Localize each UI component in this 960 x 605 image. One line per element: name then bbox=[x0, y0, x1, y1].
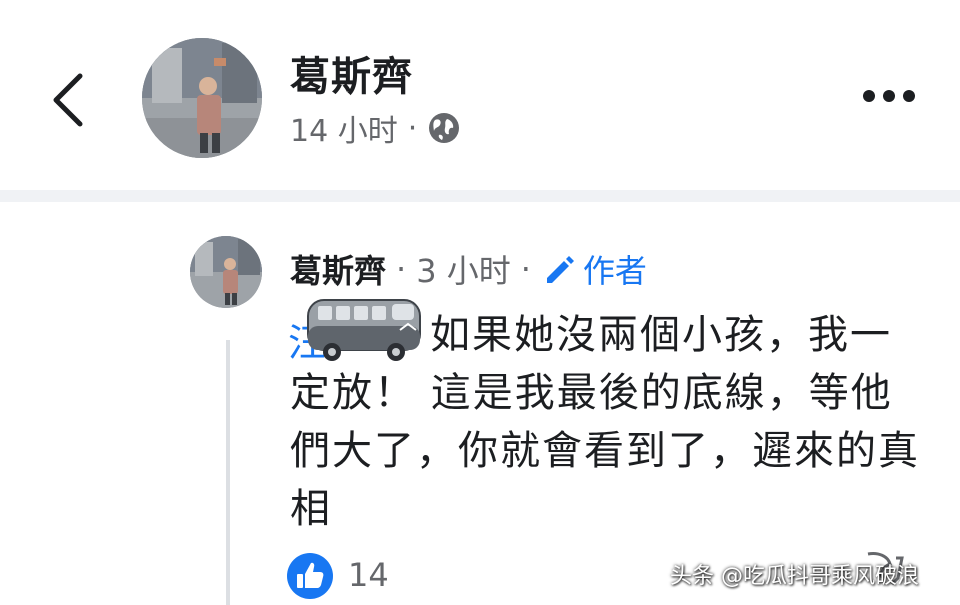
author-badge-label: 作者 bbox=[582, 252, 647, 290]
globe-icon bbox=[429, 113, 460, 143]
post-meta: 14 小时 · bbox=[290, 106, 461, 150]
meta-separator: · bbox=[520, 250, 531, 288]
section-divider bbox=[0, 190, 960, 202]
post-time: 14 小时 bbox=[290, 114, 398, 149]
like-count[interactable]: 14 bbox=[348, 556, 389, 594]
comment-text-content: 如果她沒兩個小孩，我一定放！ 這是我最後的底線，等他們大了，你就會看到了，遲來的… bbox=[290, 312, 920, 532]
meta-separator: · bbox=[396, 250, 407, 288]
more-horizontal-icon[interactable] bbox=[862, 86, 916, 106]
comment-time[interactable]: 3 小时 bbox=[416, 246, 511, 292]
pencil-icon bbox=[546, 256, 574, 283]
comment-text: 如果她沒兩個小孩，我一定放！ 這是我最後的底線，等他們大了，你就會看到了，遲來的… bbox=[290, 306, 930, 538]
post-author-name[interactable]: 葛斯齊 bbox=[290, 44, 413, 102]
author-badge: 作者 bbox=[541, 246, 647, 292]
comment-thread-line bbox=[226, 340, 230, 605]
watermark: 头条 @吃瓜抖哥乘风破浪 bbox=[670, 564, 919, 589]
avatar-photo bbox=[190, 236, 262, 308]
chevron-left-icon[interactable] bbox=[48, 72, 88, 128]
comment-header: 葛斯齊 · 3 小时 · 作者 bbox=[290, 246, 647, 292]
comment-author-avatar[interactable] bbox=[190, 236, 262, 308]
post-author-avatar[interactable] bbox=[142, 38, 262, 158]
comment-author-name[interactable]: 葛斯齊 bbox=[290, 246, 386, 292]
meta-separator: · bbox=[407, 110, 418, 146]
thumbs-up-icon[interactable] bbox=[286, 552, 334, 600]
avatar-photo bbox=[142, 38, 262, 158]
